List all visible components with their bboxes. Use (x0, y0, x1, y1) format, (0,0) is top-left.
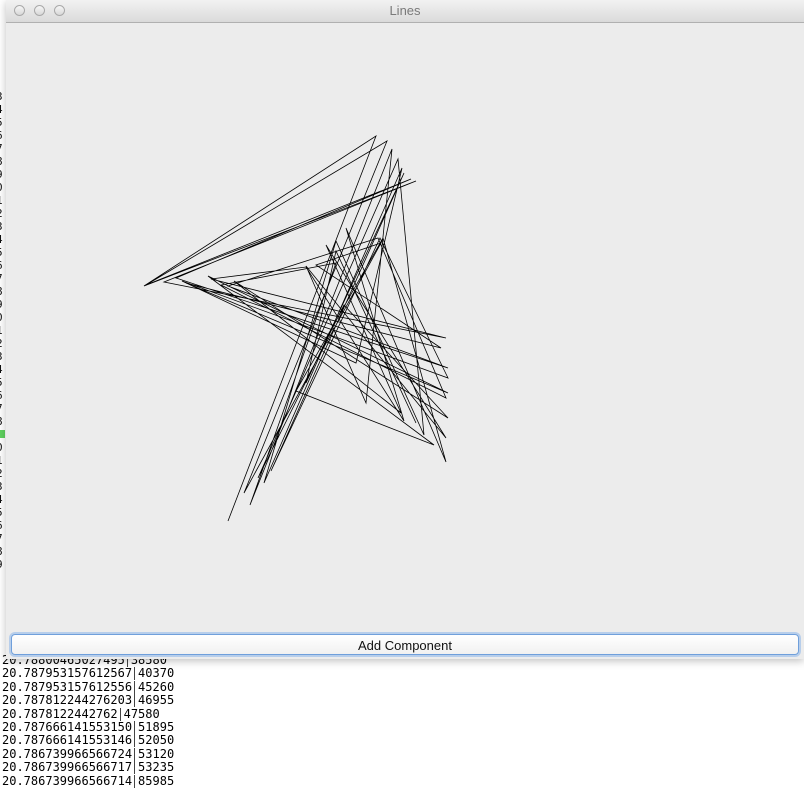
console-value: 20.7878122442762 (2, 706, 118, 721)
console-separator (134, 720, 136, 734)
console-value: 20.787666141553146 (2, 733, 133, 748)
console-row: 20.786739966566714 85985 (2, 773, 302, 788)
gutter-digit-text: 6 (0, 259, 3, 272)
console-count: 46955 (138, 693, 175, 708)
console-count: 47580 (123, 706, 160, 721)
console-value: 20.787812244276203 (2, 693, 133, 708)
gutter-digit-text: 9 (0, 168, 3, 181)
gutter-digit-text: 9 (0, 558, 3, 571)
console-value: 20.786739966566714 (2, 773, 133, 788)
gutter-digit-text: 8 (0, 415, 3, 428)
gutter-digit-text: 4 (0, 233, 3, 246)
console-count: 52050 (138, 733, 175, 748)
title-bar[interactable]: Lines (6, 0, 804, 23)
console-output: 20.78800465027495 38580 20.787953157612567… (2, 653, 302, 788)
gutter-digit-text: 5 (0, 246, 3, 259)
console-row: 20.787666141553146 52050 (2, 733, 302, 748)
gutter-digit-text: 7 (0, 532, 3, 545)
console-separator (134, 747, 136, 761)
gutter-digit-text: 4 (0, 363, 3, 376)
console-separator (134, 667, 136, 681)
console-separator (134, 694, 136, 708)
console-count: 40370 (138, 666, 175, 681)
gutter-digit-text: 6 (0, 519, 3, 532)
console-row: 20.7878122442762 47580 (2, 706, 302, 721)
console-value: 20.786739966566717 (2, 760, 133, 775)
console-value: 20.786739966566724 (2, 746, 133, 761)
console-separator (134, 680, 136, 694)
console-row: 20.787953157612567 40370 (2, 666, 302, 681)
gutter-digit-text: 8 (0, 155, 3, 168)
gutter-digit-text: 4 (0, 493, 3, 506)
gutter-digit-text: 7 (0, 402, 3, 415)
line-drawing (143, 134, 449, 522)
gutter-digit-text: 1 (0, 454, 3, 467)
gutter-digit-text: 2 (0, 207, 3, 220)
gutter-digit-text: 3 (0, 350, 3, 363)
gutter-digit-text: 0 (0, 181, 3, 194)
gutter-digit-text: 3 (0, 220, 3, 233)
lines-window: Lines Add Component (6, 0, 804, 659)
gutter-digit-text: 7 (0, 142, 3, 155)
console-value: 20.787953157612567 (2, 666, 133, 681)
gutter-digit-text: 8 (0, 545, 3, 558)
console-row: 20.786739966566717 53235 (2, 760, 302, 775)
gutter-digit-text: 5 (0, 376, 3, 389)
gutter-digit-text: 9 (0, 298, 3, 311)
console-count: 53120 (138, 746, 175, 761)
add-component-button[interactable]: Add Component (11, 634, 799, 655)
console-count: 51895 (138, 719, 175, 734)
console-separator (134, 734, 136, 748)
console-count: 45260 (138, 679, 175, 694)
console-value: 20.787953157612556 (2, 679, 133, 694)
console-row: 20.787953157612556 45260 (2, 679, 302, 694)
gutter-digit-text: 3 (0, 90, 3, 103)
gutter-digit-text: 7 (0, 272, 3, 285)
gutter-digit-text: 5 (0, 506, 3, 519)
gutter-digit-text: 0 (0, 441, 3, 454)
gutter-digit-text: 0 (0, 311, 3, 324)
console-value: 20.787666141553150 (2, 719, 133, 734)
gutter-digit-text: 3 (0, 480, 3, 493)
console-separator (134, 761, 136, 775)
console-row: 20.787666141553150 51895 (2, 719, 302, 734)
gutter-digit-text: 5 (0, 116, 3, 129)
window-title: Lines (389, 3, 421, 18)
console-row: 20.786739966566724 53120 (2, 746, 302, 761)
drawn-line-path (143, 134, 449, 522)
gutter-digit-text: 4 (0, 103, 3, 116)
console-row: 20.787812244276203 46955 (2, 693, 302, 708)
console-count: 53235 (138, 760, 175, 775)
gutter-digit-text: 2 (0, 337, 3, 350)
gutter-digit-text: 1 (0, 324, 3, 337)
gutter-digit-text: 2 (0, 467, 3, 480)
gutter-digit-text: 6 (0, 129, 3, 142)
console-separator (134, 774, 136, 788)
console-count: 85985 (138, 773, 175, 788)
gutter-digit-text: 1 (0, 194, 3, 207)
gutter-digit-text: 8 (0, 285, 3, 298)
gutter-digit-text: 6 (0, 389, 3, 402)
console-separator (119, 707, 121, 721)
drawing-canvas (6, 23, 804, 631)
gutter-highlight-marker (0, 430, 5, 438)
